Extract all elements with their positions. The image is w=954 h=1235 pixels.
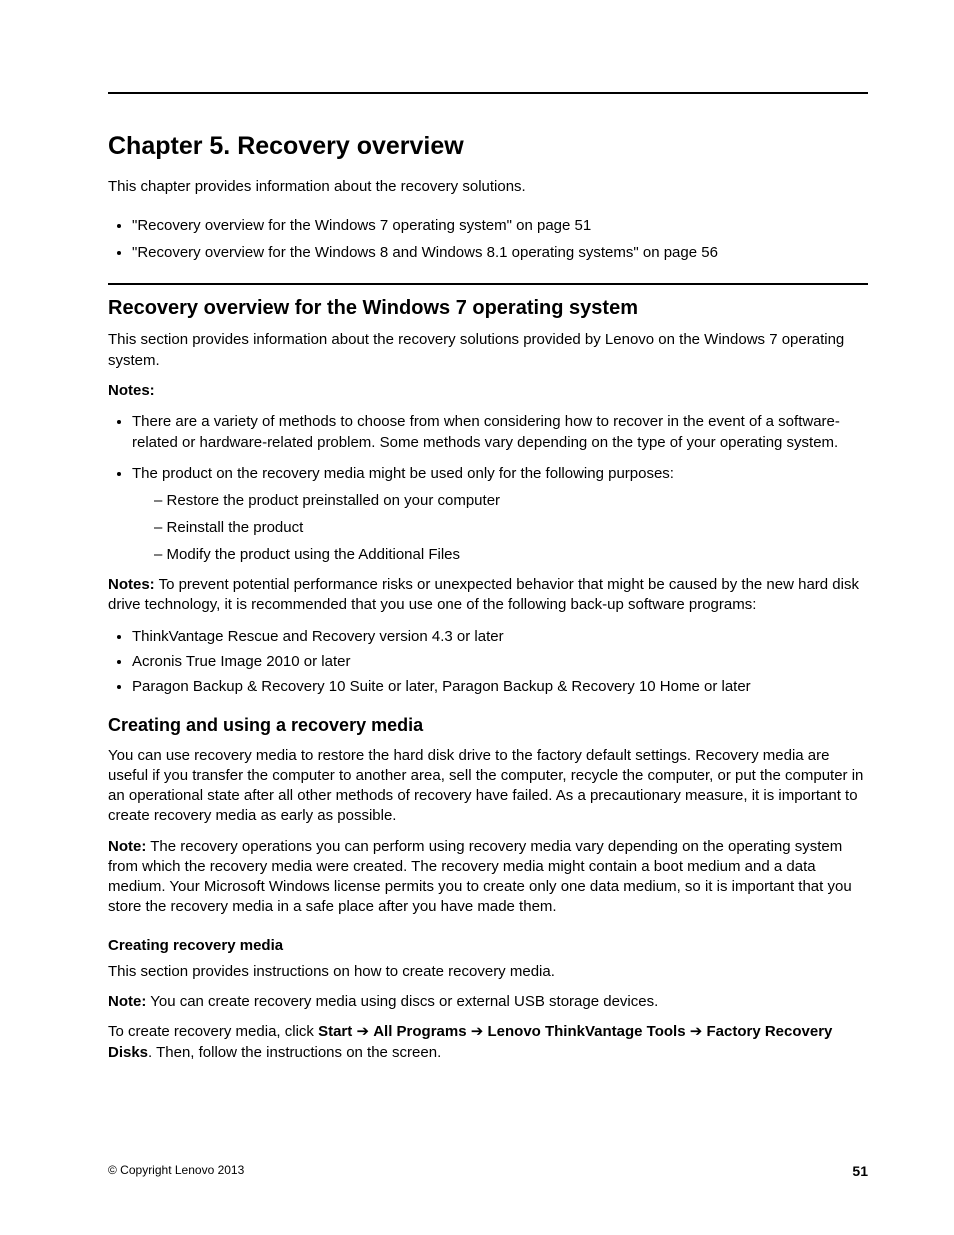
- create-path-paragraph: To create recovery media, click Start ➔ …: [108, 1022, 868, 1063]
- path-step: Start: [318, 1023, 352, 1040]
- top-rule: [108, 92, 868, 94]
- media-para1: You can use recovery media to restore th…: [108, 746, 868, 827]
- sub-list: Restore the product preinstalled on your…: [132, 490, 868, 565]
- toc-item: "Recovery overview for the Windows 7 ope…: [132, 215, 868, 236]
- create-prefix: To create recovery media, click: [108, 1023, 318, 1040]
- footer-page-number: 51: [852, 1163, 868, 1179]
- media-note1: Note: The recovery operations you can pe…: [108, 837, 868, 918]
- arrow-icon: ➔: [356, 1022, 369, 1042]
- note2-label: Note:: [108, 993, 146, 1010]
- note2-text: You can create recovery media using disc…: [146, 993, 658, 1010]
- sub-heading-creating: Creating recovery media: [108, 936, 868, 956]
- section-title-media: Creating and using a recovery media: [108, 715, 868, 736]
- page-footer: © Copyright Lenovo 2013 51: [108, 1163, 868, 1179]
- notes-item-text: The product on the recovery media might …: [132, 465, 674, 482]
- toc-list: "Recovery overview for the Windows 7 ope…: [108, 215, 868, 263]
- sub-item: Modify the product using the Additional …: [154, 544, 868, 565]
- toc-item: "Recovery overview for the Windows 8 and…: [132, 242, 868, 263]
- backup-item: Acronis True Image 2010 or later: [132, 651, 868, 672]
- note-text: The recovery operations you can perform …: [108, 838, 852, 916]
- section-intro: This section provides information about …: [108, 330, 868, 371]
- note-label: Note:: [108, 838, 146, 855]
- notes-list: There are a variety of methods to choose…: [108, 411, 868, 565]
- document-page: Chapter 5. Recovery overview This chapte…: [0, 0, 954, 1235]
- notes-label: Notes:: [108, 381, 868, 401]
- notes2-paragraph: Notes: To prevent potential performance …: [108, 575, 868, 616]
- notes2-label: Notes:: [108, 576, 155, 593]
- sub-item: Reinstall the product: [154, 517, 868, 538]
- create-suffix: . Then, follow the instructions on the s…: [148, 1044, 441, 1061]
- backup-list: ThinkVantage Rescue and Recovery version…: [108, 626, 868, 697]
- footer-copyright: © Copyright Lenovo 2013: [108, 1163, 244, 1179]
- notes2-text: To prevent potential performance risks o…: [108, 576, 859, 613]
- path-step: Lenovo ThinkVantage Tools: [487, 1023, 685, 1040]
- sub-item: Restore the product preinstalled on your…: [154, 490, 868, 511]
- notes-item: There are a variety of methods to choose…: [132, 411, 868, 453]
- creating-para: This section provides instructions on ho…: [108, 962, 868, 982]
- path-step: All Programs: [373, 1023, 466, 1040]
- backup-item: ThinkVantage Rescue and Recovery version…: [132, 626, 868, 647]
- chapter-intro: This chapter provides information about …: [108, 177, 868, 197]
- section-rule: [108, 283, 868, 285]
- media-note2: Note: You can create recovery media usin…: [108, 992, 868, 1012]
- section-title-win7: Recovery overview for the Windows 7 oper…: [108, 297, 868, 320]
- notes-item: The product on the recovery media might …: [132, 463, 868, 565]
- chapter-title: Chapter 5. Recovery overview: [108, 132, 868, 161]
- arrow-icon: ➔: [471, 1022, 484, 1042]
- backup-item: Paragon Backup & Recovery 10 Suite or la…: [132, 676, 868, 697]
- arrow-icon: ➔: [690, 1022, 703, 1042]
